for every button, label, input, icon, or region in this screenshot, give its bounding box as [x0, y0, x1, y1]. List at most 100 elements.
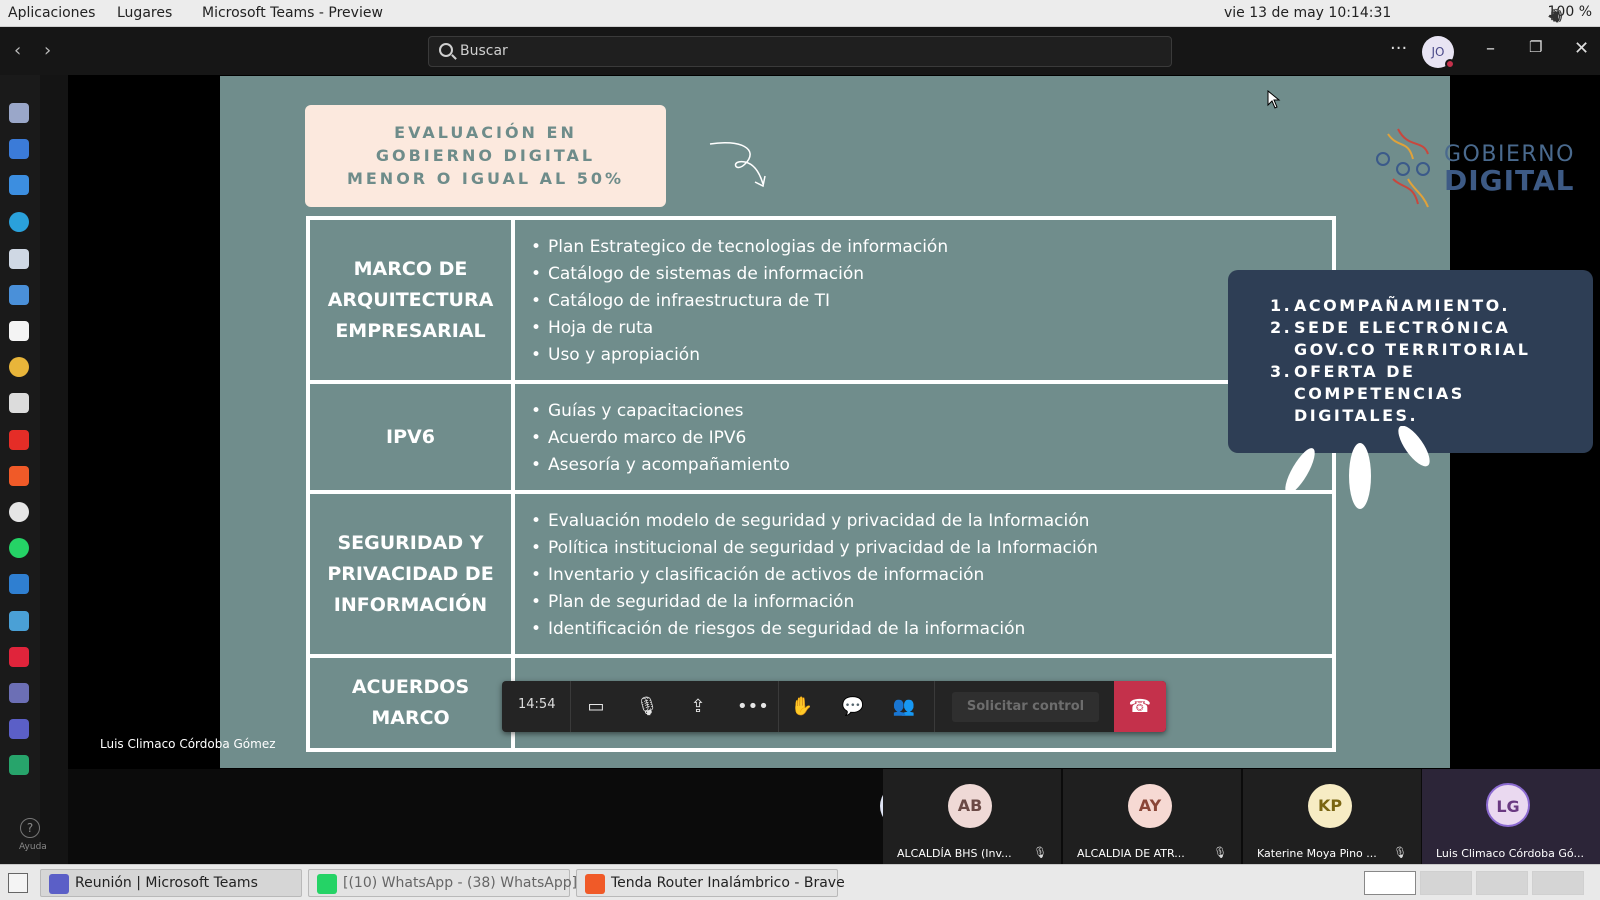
row-title-line: MARCO [371, 707, 450, 729]
clock[interactable]: vie 13 de may 10:14:31 [1224, 5, 1391, 21]
callout-line: COMPETENCIAS [1294, 384, 1465, 403]
workspace-4[interactable] [1532, 871, 1584, 895]
whatsapp-icon [317, 874, 337, 894]
task-label: Reunión | Microsoft Teams [75, 875, 258, 891]
brave-icon [585, 874, 605, 894]
help-icon[interactable]: ? [20, 818, 40, 838]
callout-number: 1. [1270, 296, 1293, 315]
activity-app-icon[interactable] [9, 103, 29, 123]
forward-arrow-icon[interactable]: › [44, 40, 51, 61]
callout-number: 2. [1270, 318, 1293, 337]
mouse-cursor-icon [1267, 90, 1281, 109]
list-item: Uso y apropiación [531, 342, 948, 369]
divider [934, 681, 935, 732]
participant-name: Katerine Moya Pino ... [1257, 847, 1377, 860]
system-top-bar: Aplicaciones Lugares Microsoft Teams - P… [0, 0, 1600, 27]
evaluation-title-box: EVALUACIÓN EN GOBIERNO DIGITAL MENOR O I… [305, 105, 666, 207]
mic-off-icon[interactable]: 🎙 [635, 695, 659, 719]
evaluation-title-line: GOBIERNO DIGITAL [375, 146, 596, 165]
notes-app-icon[interactable] [9, 321, 29, 341]
participant-tile[interactable]: LG Luis Climaco Córdoba Gó... [1422, 769, 1600, 864]
bullet-list: Evaluación modelo de seguridad y privaci… [531, 508, 1098, 643]
workspace-1[interactable] [1364, 871, 1416, 895]
list-item: Identificación de riesgos de seguridad d… [531, 616, 1098, 643]
workspace-2[interactable] [1420, 871, 1472, 895]
request-control-button[interactable]: Solicitar control [952, 692, 1099, 722]
avatar: AB [948, 784, 992, 828]
calendar-app-icon[interactable] [9, 175, 29, 195]
divider [778, 681, 779, 732]
row-title-line: ACUERDOS [351, 676, 470, 698]
evaluation-title-line: EVALUACIÓN EN [394, 123, 577, 142]
taskbar-item-brave[interactable]: Tenda Router Inalámbrico - Brave [576, 869, 845, 897]
vscode-icon[interactable] [9, 574, 29, 594]
hang-up-icon: ☎ [1128, 696, 1152, 717]
taskbar-item-teams[interactable]: Reunión | Microsoft Teams [40, 869, 302, 897]
participant-tile[interactable]: KP Katerine Moya Pino ... 🎙 [1243, 769, 1421, 864]
telegram-icon[interactable] [9, 212, 29, 232]
places-menu[interactable]: Lugares [117, 5, 172, 21]
callout-line: SEDE ELECTRÓNICA [1294, 318, 1511, 337]
search-input[interactable]: Buscar [428, 36, 1172, 67]
presenter-name: Luis Climaco Córdoba Gómez [100, 737, 276, 751]
minimize-icon[interactable]: – [1486, 38, 1495, 59]
system-tray[interactable]: ⊞ ᛒ ◀) 🎙 ▮ 100 % [1548, 4, 1592, 24]
back-arrow-icon[interactable]: ‹ [14, 40, 21, 61]
activities-menu[interactable]: Aplicaciones [8, 5, 95, 21]
row-title-line: MARCO DE [353, 257, 468, 280]
participant-name: ALCALDÍA BHS (Inv... [897, 847, 1012, 860]
callout-line: DIGITALES. [1294, 406, 1419, 425]
callout-line: ACOMPAÑAMIENTO. [1294, 296, 1510, 315]
window-app-icon[interactable] [9, 249, 29, 269]
row-title-line: IPV6 [386, 425, 435, 448]
profile-initials: JO [1431, 45, 1445, 59]
curved-arrow-icon [709, 142, 766, 188]
obs-icon[interactable] [9, 502, 29, 522]
youtube-icon[interactable] [9, 430, 29, 450]
maximize-icon[interactable]: ❐ [1529, 38, 1542, 56]
row-title: SEGURIDAD Y PRIVACIDAD DE INFORMACIÓN [310, 494, 515, 654]
screenshot-app-icon[interactable] [9, 393, 29, 413]
image-app-icon[interactable] [9, 285, 29, 305]
more-options-icon[interactable]: ··· [1390, 38, 1407, 59]
raise-hand-icon[interactable]: ✋ [790, 695, 814, 719]
software-app-icon[interactable] [9, 755, 29, 775]
camera-off-icon[interactable]: ▭ [584, 695, 608, 719]
chat-icon[interactable]: 💬 [841, 695, 865, 719]
avatar: LG [1486, 783, 1530, 827]
app-menu-title[interactable]: Microsoft Teams - Preview [202, 5, 383, 21]
participants-icon[interactable]: 👥 [892, 695, 916, 719]
workspace-3[interactable] [1476, 871, 1528, 895]
table-row: MARCO DE ARQUITECTURA EMPRESARIAL Plan E… [310, 220, 1332, 384]
whatsapp-icon[interactable] [9, 538, 29, 558]
chrome-icon[interactable] [9, 357, 29, 377]
more-actions-icon[interactable]: ••• [737, 695, 769, 719]
hang-up-button[interactable]: ☎ [1114, 681, 1166, 732]
teams-icon[interactable] [9, 719, 29, 739]
programs-table: MARCO DE ARQUITECTURA EMPRESARIAL Plan E… [306, 216, 1336, 752]
taskbar: Reunión | Microsoft Teams [(10) WhatsApp… [0, 864, 1600, 900]
participants-strip: OR AB ALCALDÍA BHS (Inv... 🎙 AY ALCALDIA… [68, 769, 1600, 864]
profile-avatar[interactable]: JO [1422, 36, 1455, 69]
share-screen-icon[interactable]: ⇪ [686, 695, 710, 719]
row-title: ACUERDOS MARCO [310, 658, 515, 748]
list-item: Plan de seguridad de la información [531, 589, 1098, 616]
participant-name: Luis Climaco Córdoba Gó... [1436, 847, 1584, 860]
participant-tile[interactable]: AB ALCALDÍA BHS (Inv... 🎙 [883, 769, 1061, 864]
call-control-bar: 14:54 ▭ 🎙 ⇪ ••• ✋ 💬 👥 Solicitar control … [502, 681, 1166, 732]
brave-icon[interactable] [9, 466, 29, 486]
table-row: SEGURIDAD Y PRIVACIDAD DE INFORMACIÓN Ev… [310, 494, 1332, 658]
remote-app-icon[interactable] [9, 683, 29, 703]
status-dot [1445, 59, 1455, 69]
list-item: Catálogo de sistemas de información [531, 261, 948, 288]
taskbar-item-whatsapp[interactable]: [(10) WhatsApp - (38) WhatsApp] [308, 869, 577, 897]
close-icon[interactable]: ✕ [1574, 38, 1589, 59]
package-app-icon[interactable] [9, 611, 29, 631]
callout-item: 2. SEDE ELECTRÓNICA GOV.CO TERRITORIAL [1270, 317, 1593, 361]
call-timer: 14:54 [518, 697, 556, 712]
vivaldi-icon[interactable] [9, 647, 29, 667]
docs-app-icon[interactable] [9, 139, 29, 159]
participant-tile[interactable]: AY ALCALDIA DE ATR... 🎙 [1063, 769, 1241, 864]
battery-icon: ▮ [1551, 9, 1560, 24]
show-desktop-icon[interactable] [8, 873, 28, 893]
